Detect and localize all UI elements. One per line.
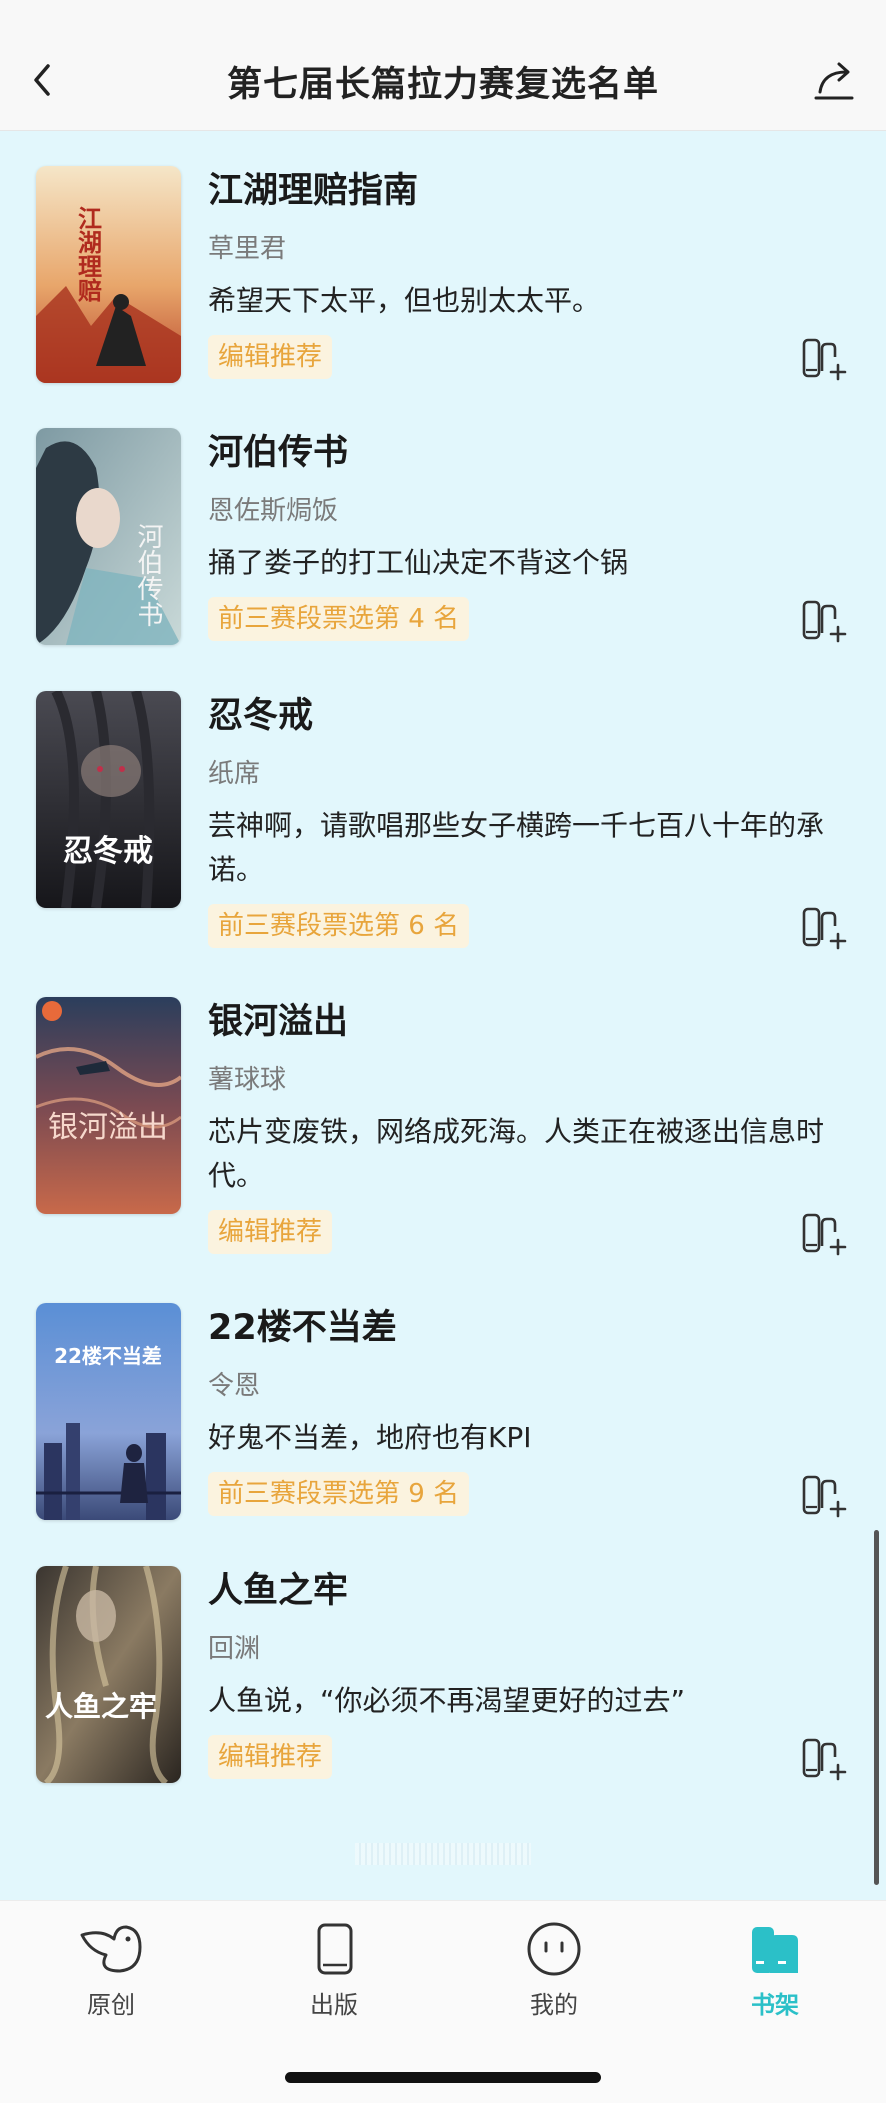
book-cover[interactable]: 人鱼之牢 — [36, 1566, 181, 1783]
book-author: 恩佐斯焗饭 — [208, 496, 339, 526]
add-to-shelf-icon — [802, 600, 847, 643]
add-to-shelf-button[interactable] — [800, 1737, 848, 1781]
add-to-shelf-button[interactable] — [800, 599, 848, 643]
tab-label: 我的 — [530, 1991, 578, 2019]
book-description: 好鬼不当差，地府也有KPI — [208, 1421, 532, 1454]
share-icon — [814, 62, 854, 100]
book-list[interactable]: 江湖理赔 江湖理赔指南 草里君 希望天下太平，但也别太太平。 编辑推荐 河伯传书… — [0, 131, 886, 1900]
book-icon — [317, 1923, 353, 1975]
cover-title: 忍冬戒 — [63, 834, 153, 869]
tab-original[interactable]: 原创 — [41, 1921, 181, 2031]
book-description: 希望天下太平，但也别太太平。 — [208, 284, 601, 317]
book-cover[interactable]: 江湖理赔 — [36, 166, 181, 383]
add-to-shelf-button[interactable] — [800, 337, 848, 381]
book-author: 草里君 — [208, 234, 287, 264]
tab-label: 出版 — [310, 1991, 358, 2019]
scrollbar[interactable] — [874, 1530, 879, 1885]
tab-label: 书架 — [751, 1991, 799, 2019]
cover-title: 河伯传书 — [133, 523, 163, 627]
loading-indicator — [355, 1843, 531, 1865]
cover-title: 银河溢出 — [48, 1110, 168, 1145]
cover-title: 人鱼之牢 — [45, 1690, 157, 1723]
book-cover[interactable]: 忍冬戒 — [36, 691, 181, 908]
book-author: 令恩 — [208, 1371, 261, 1401]
book-title[interactable]: 人鱼之牢 — [208, 1562, 348, 1613]
book-author: 薯球球 — [208, 1065, 287, 1095]
home-indicator[interactable] — [285, 2072, 601, 2083]
add-to-shelf-icon — [802, 1213, 847, 1256]
add-to-shelf-icon — [802, 338, 847, 381]
book-cover[interactable]: 22楼不当差 — [36, 1303, 181, 1520]
book-title[interactable]: 河伯传书 — [208, 424, 348, 475]
book-tag: 前三赛段票选第 6 名 — [208, 904, 470, 948]
book-tag: 前三赛段票选第 9 名 — [208, 1472, 470, 1516]
add-to-shelf-button[interactable] — [800, 1212, 848, 1256]
book-cover[interactable]: 银河溢出 — [36, 997, 181, 1214]
book-description: 捅了娄子的打工仙决定不背这个锅 — [208, 546, 629, 579]
cover-title: 江湖理赔 — [74, 206, 103, 303]
book-title[interactable]: 22楼不当差 — [208, 1299, 397, 1350]
tab-label: 原创 — [87, 1991, 135, 2019]
book-title[interactable]: 江湖理赔指南 — [208, 162, 418, 213]
tab-bookshelf[interactable]: 书架 — [705, 1921, 845, 2031]
book-tag: 编辑推荐 — [208, 1735, 333, 1779]
add-to-shelf-icon — [802, 907, 847, 950]
book-author: 纸席 — [208, 759, 261, 789]
add-to-shelf-button[interactable] — [800, 1474, 848, 1518]
book-tag: 编辑推荐 — [208, 1210, 333, 1254]
nav-header: 第七届长篇拉力赛复选名单 — [0, 0, 886, 131]
bookshelf-icon — [752, 1927, 798, 1973]
book-cover[interactable]: 河伯传书 — [36, 428, 181, 645]
page-title: 第七届长篇拉力赛复选名单 — [226, 65, 659, 105]
tab-publish[interactable]: 出版 — [264, 1921, 404, 2031]
cover-title: 22楼不当差 — [54, 1344, 162, 1368]
share-button[interactable] — [812, 58, 858, 104]
book-title[interactable]: 银河溢出 — [208, 993, 348, 1044]
book-description: 芯片变废铁，网络成死海。人类正在被逐出信息时代。 — [208, 1115, 825, 1192]
book-title[interactable]: 忍冬戒 — [208, 687, 313, 738]
book-tag: 编辑推荐 — [208, 335, 333, 379]
add-to-shelf-icon — [802, 1475, 847, 1518]
book-author: 回渊 — [208, 1634, 261, 1664]
book-tag: 前三赛段票选第 4 名 — [208, 597, 470, 641]
bird-icon — [80, 1925, 142, 1973]
face-icon — [527, 1922, 581, 1976]
book-description: 人鱼说，“你必须不再渴望更好的过去” — [208, 1684, 686, 1717]
add-to-shelf-icon — [802, 1738, 847, 1781]
tab-mine[interactable]: 我的 — [484, 1921, 624, 2031]
book-description: 芸神啊，请歌唱那些女子横跨一千七百八十年的承诺。 — [208, 809, 825, 886]
add-to-shelf-button[interactable] — [800, 906, 848, 950]
